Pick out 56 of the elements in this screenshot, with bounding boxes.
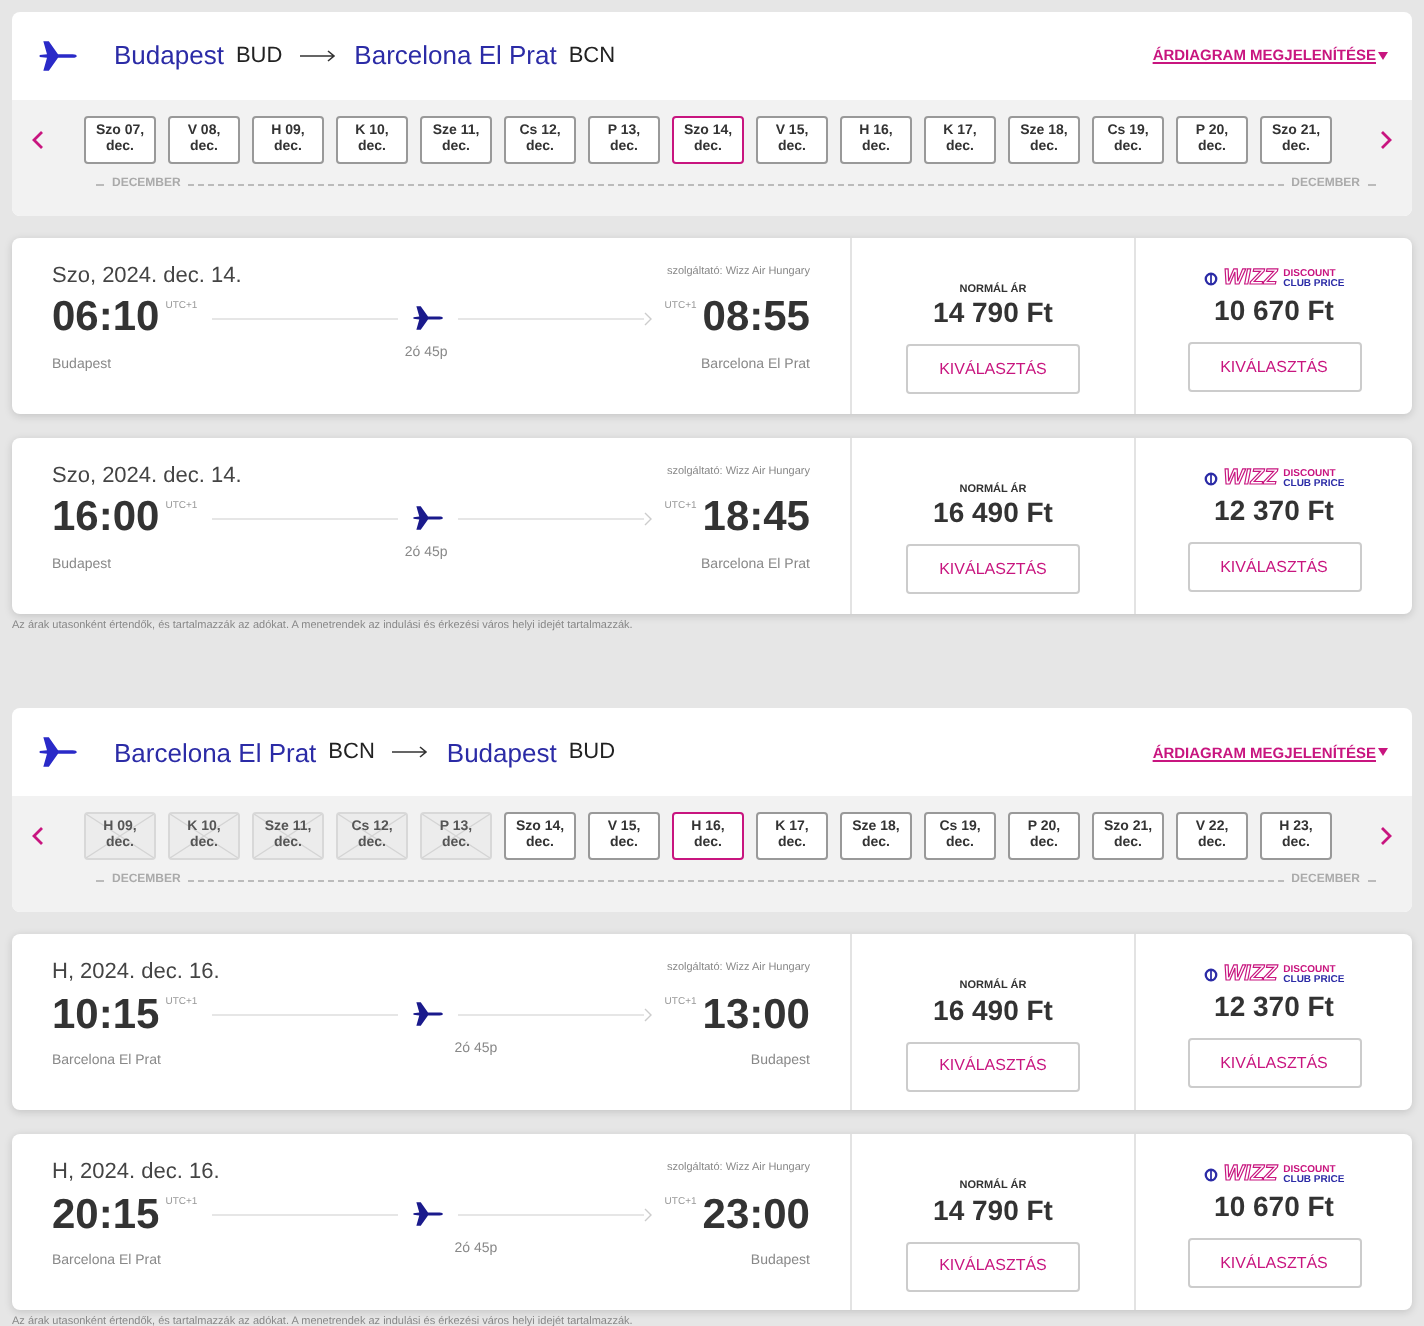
flight-date: Szo, 2024. dec. 14.: [52, 262, 242, 292]
club-price: 12 370 Ft: [1214, 496, 1334, 526]
normal-price: 14 790 Ft: [933, 298, 1053, 329]
origin-code: BUD: [235, 41, 283, 72]
arrow-icon: [300, 50, 337, 62]
select-button[interactable]: KIVÁLASZTÁS: [1187, 1238, 1361, 1289]
select-button[interactable]: KIVÁLASZTÁS: [906, 544, 1080, 595]
departure-time: 20:15: [52, 1189, 160, 1241]
wizz-logo: WIZZ: [1223, 964, 1278, 987]
flight-date: Szo, 2024. dec. 14.: [52, 462, 242, 492]
select-button[interactable]: KIVÁLASZTÁS: [906, 1041, 1080, 1091]
chevron-icon: [644, 311, 653, 325]
club-price: 10 670 Ft: [1214, 1192, 1334, 1223]
club-icon: [1203, 472, 1218, 486]
departure-time: 16:00: [52, 492, 160, 545]
club-icon: [1203, 1168, 1218, 1183]
wizz-logo: WIZZ: [1223, 268, 1278, 290]
wizz-logo: WIZZ: [1223, 468, 1278, 490]
destination-code: BCN: [568, 41, 616, 72]
caret-icon: [1378, 52, 1388, 60]
club-icon: [1203, 272, 1218, 286]
airplane-icon: [412, 504, 444, 532]
arrival-time: 18:45: [702, 492, 810, 545]
normal-price: 16 490 Ft: [933, 498, 1053, 529]
flight-date: H, 2024. dec. 16.: [52, 1158, 220, 1189]
arrival-time: 23:00: [702, 1189, 810, 1241]
wizz-logo: WIZZ: [1223, 1164, 1278, 1187]
normal-price: 16 490 Ft: [933, 995, 1053, 1025]
club-icon: [1203, 968, 1218, 983]
origin-city: Barcelona El Prat: [114, 735, 317, 771]
normal-price: 14 790 Ft: [933, 1195, 1053, 1225]
destination-city: Barcelona El Prat: [354, 38, 557, 75]
select-button[interactable]: KIVÁLASZTÁS: [1187, 1038, 1361, 1089]
arrow-icon: [392, 746, 429, 759]
club-price: 12 370 Ft: [1214, 992, 1334, 1023]
arrival-time: 13:00: [702, 989, 810, 1041]
select-button[interactable]: KIVÁLASZTÁS: [1187, 542, 1361, 592]
arrival-time: 08:55: [702, 292, 810, 345]
chevron-icon: [644, 1207, 653, 1222]
origin-code: BCN: [328, 738, 375, 768]
flight-date: H, 2024. dec. 16.: [52, 958, 220, 989]
origin-city: Budapest: [114, 38, 224, 75]
departure-time: 06:10: [52, 292, 160, 345]
chevron-icon: [644, 1007, 653, 1022]
chevron-icon: [644, 511, 653, 525]
airplane-icon: [412, 304, 444, 332]
destination-city: Budapest: [446, 735, 557, 772]
destination-code: BUD: [568, 738, 616, 768]
select-button[interactable]: KIVÁLASZTÁS: [906, 1241, 1080, 1291]
select-button[interactable]: KIVÁLASZTÁS: [906, 344, 1080, 395]
caret-icon: [1378, 748, 1388, 757]
departure-time: 10:15: [52, 989, 160, 1041]
select-button[interactable]: KIVÁLASZTÁS: [1187, 342, 1361, 392]
airplane-icon: [412, 1200, 444, 1229]
airplane-icon: [412, 1000, 444, 1029]
club-price: 10 670 Ft: [1214, 296, 1334, 326]
